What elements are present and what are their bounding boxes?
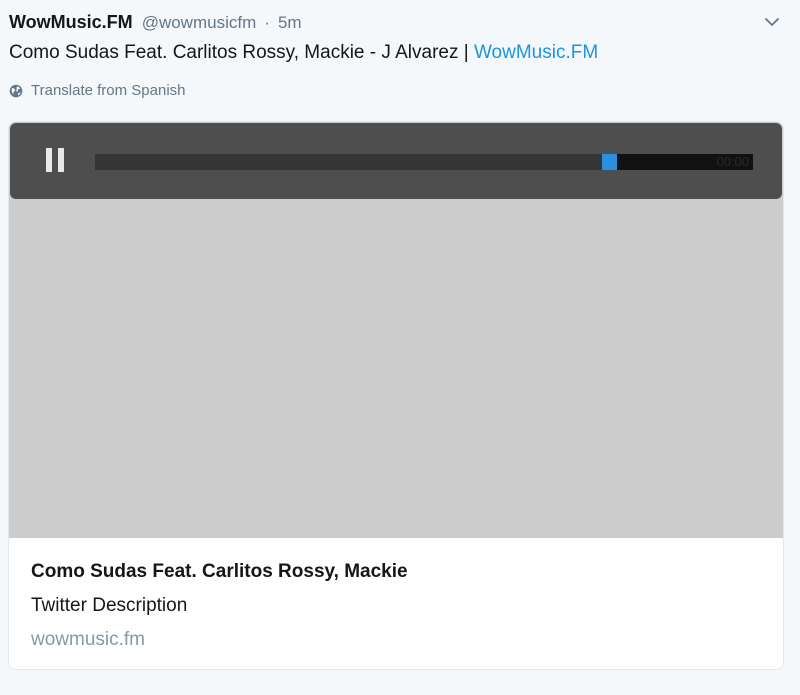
time-readout: 00:00 xyxy=(716,154,749,169)
tweet-header: WowMusic.FM @wowmusicfm · 5m xyxy=(9,10,302,35)
progress-played xyxy=(95,154,602,170)
translate-label: Translate from Spanish xyxy=(31,82,186,99)
globe-icon xyxy=(9,84,23,98)
pause-icon[interactable] xyxy=(44,148,68,172)
display-name[interactable]: WowMusic.FM xyxy=(9,12,133,32)
tweet-timestamp[interactable]: 5m xyxy=(278,13,302,32)
user-handle[interactable]: @wowmusicfm xyxy=(142,13,257,32)
pause-bar-right xyxy=(58,148,64,172)
tweet-text: Como Sudas Feat. Carlitos Rossy, Mackie … xyxy=(9,40,598,66)
progress-track[interactable]: 00:00 xyxy=(95,154,753,170)
separator-dot: · xyxy=(264,13,270,32)
pause-bar-left xyxy=(46,148,52,172)
card-description: Twitter Description xyxy=(31,595,188,616)
card-info[interactable]: Como Sudas Feat. Carlitos Rossy, Mackie … xyxy=(9,538,783,669)
progress-playhead[interactable] xyxy=(602,154,617,170)
tweet-text-body: Como Sudas Feat. Carlitos Rossy, Mackie … xyxy=(9,42,474,63)
card-title: Como Sudas Feat. Carlitos Rossy, Mackie xyxy=(31,561,408,582)
chevron-down-icon[interactable] xyxy=(764,16,780,28)
audio-player-media[interactable]: 00:00 xyxy=(9,122,783,538)
card-domain: wowmusic.fm xyxy=(31,629,146,650)
tweet: WowMusic.FM @wowmusicfm · 5m Como Sudas … xyxy=(0,0,800,695)
player-controls: 00:00 xyxy=(10,123,782,199)
translate-link[interactable]: Translate from Spanish xyxy=(9,81,186,101)
media-card[interactable]: 00:00 Como Sudas Feat. Carlitos Rossy, M… xyxy=(8,121,784,670)
tweet-link[interactable]: WowMusic.FM xyxy=(474,42,598,63)
